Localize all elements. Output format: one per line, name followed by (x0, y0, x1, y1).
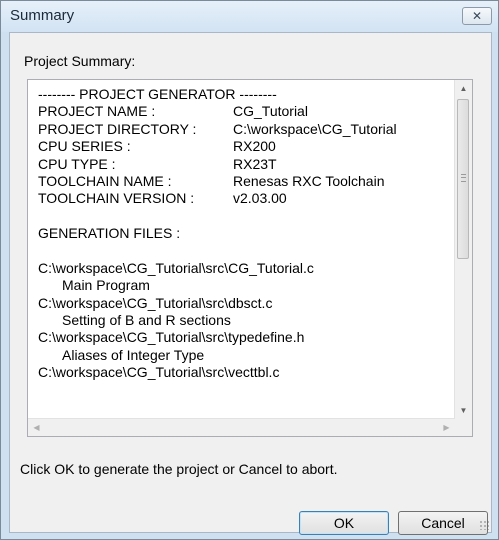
file-path: C:\workspace\CG_Tutorial\src\vecttbl.c (38, 364, 280, 381)
close-button[interactable]: ✕ (462, 7, 492, 25)
field-project-directory: PROJECT DIRECTORY : C:\workspace\CG_Tuto… (38, 121, 448, 138)
vertical-scrollbar[interactable]: ▲ ▼ (454, 80, 472, 419)
scrollbar-corner (455, 419, 472, 436)
title-bar[interactable]: Summary ✕ (1, 1, 498, 32)
horizontal-scrollbar[interactable]: ◀ ▶ (28, 418, 455, 436)
cancel-button[interactable]: Cancel (398, 511, 488, 535)
field-project-name: PROJECT NAME : CG_Tutorial (38, 103, 448, 120)
field-key: CPU TYPE : (38, 155, 116, 172)
file-description: Setting of B and R sections (62, 312, 231, 329)
arrow-down-icon[interactable]: ▼ (455, 402, 472, 419)
summary-text: -------- PROJECT GENERATOR -------- PROJ… (38, 86, 448, 382)
arrow-left-icon[interactable]: ◀ (28, 419, 45, 436)
arrow-up-icon[interactable]: ▲ (455, 80, 472, 97)
summary-dialog: Summary ✕ Project Summary: -------- PROJ… (0, 0, 499, 540)
field-toolchain-version: TOOLCHAIN VERSION : v2.03.00 (38, 190, 448, 207)
field-cpu-series: CPU SERIES : RX200 (38, 138, 448, 155)
ok-button[interactable]: OK (299, 511, 389, 535)
field-value: RX23T (233, 155, 277, 172)
window-title: Summary (10, 7, 75, 24)
arrow-right-icon[interactable]: ▶ (438, 419, 455, 436)
field-key: PROJECT NAME : (38, 103, 156, 120)
dialog-body: Project Summary: -------- PROJECT GENERA… (9, 32, 492, 535)
field-value: RX200 (233, 138, 276, 155)
file-path: C:\workspace\CG_Tutorial\src\dbsct.c (38, 294, 273, 311)
field-value: v2.03.00 (233, 190, 287, 207)
field-key: CPU SERIES : (38, 138, 131, 155)
field-key: PROJECT DIRECTORY : (38, 120, 197, 137)
instruction-text: Click OK to generate the project or Canc… (20, 461, 338, 477)
resize-grip-icon[interactable] (479, 520, 489, 530)
field-value: C:\workspace\CG_Tutorial (233, 120, 397, 137)
field-toolchain-name: TOOLCHAIN NAME : Renesas RXC Toolchain (38, 173, 448, 190)
field-cpu-type: CPU TYPE : RX23T (38, 156, 448, 173)
vertical-scroll-thumb[interactable] (457, 99, 469, 259)
grip-icon (461, 174, 466, 182)
project-summary-label: Project Summary: (24, 53, 136, 69)
generation-files-label: GENERATION FILES : (38, 225, 181, 242)
field-key: TOOLCHAIN NAME : (38, 172, 172, 189)
summary-text-area[interactable]: -------- PROJECT GENERATOR -------- PROJ… (27, 79, 473, 437)
field-value: Renesas RXC Toolchain (233, 172, 385, 189)
file-description: Main Program (62, 277, 150, 294)
field-value: CG_Tutorial (233, 103, 308, 120)
summary-header: -------- PROJECT GENERATOR -------- (38, 86, 277, 102)
close-icon: ✕ (471, 9, 483, 23)
field-key: TOOLCHAIN VERSION : (38, 190, 195, 207)
file-path: C:\workspace\CG_Tutorial\src\typedefine.… (38, 329, 305, 346)
file-description: Aliases of Integer Type (62, 346, 205, 363)
file-path: C:\workspace\CG_Tutorial\src\CG_Tutorial… (38, 259, 314, 276)
